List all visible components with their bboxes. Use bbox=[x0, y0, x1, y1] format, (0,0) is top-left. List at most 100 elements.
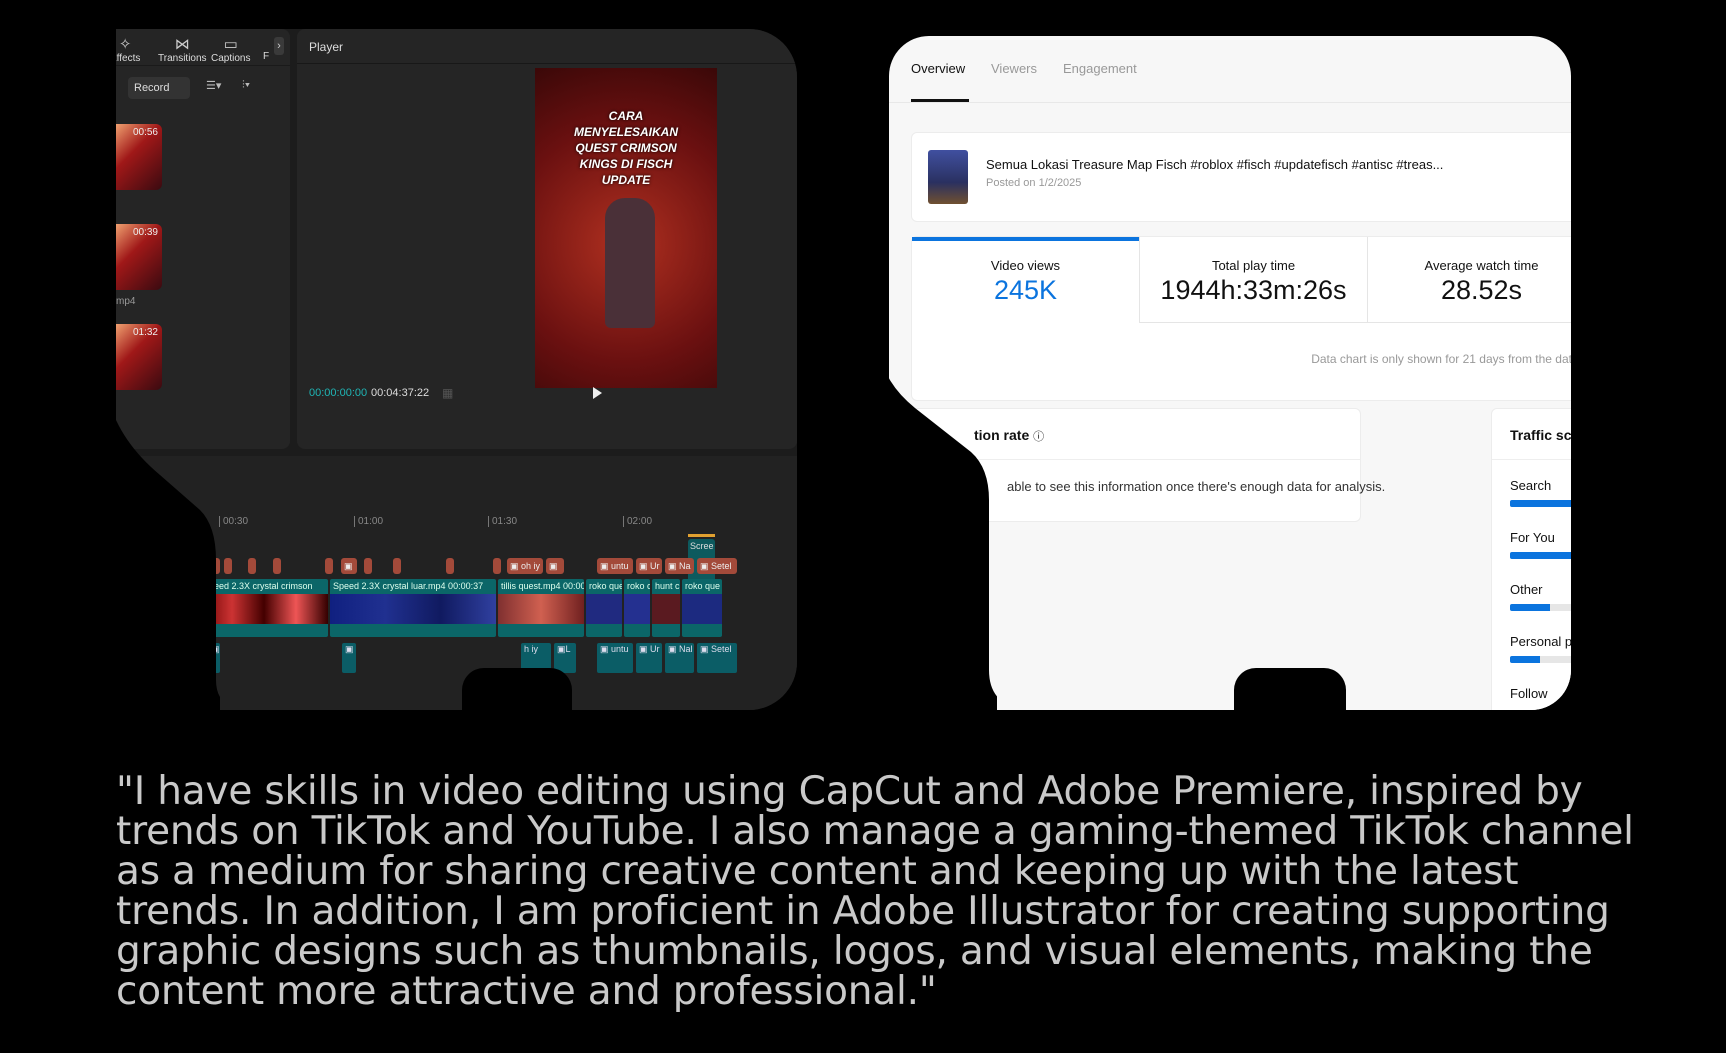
caption-clip[interactable] bbox=[325, 558, 333, 574]
play-button[interactable] bbox=[593, 387, 602, 399]
ruler-tick: 02:00 bbox=[623, 516, 652, 527]
divider bbox=[116, 65, 290, 66]
record-button[interactable]: Record bbox=[128, 77, 190, 99]
tab-engagement[interactable]: Engagement bbox=[1063, 61, 1137, 76]
traffic-bar bbox=[1510, 656, 1571, 663]
traffic-label: Follow bbox=[1510, 686, 1548, 701]
caption-clip[interactable] bbox=[224, 558, 232, 574]
video-clip[interactable]: roko que bbox=[682, 579, 722, 637]
info-icon[interactable]: ⓘ bbox=[1033, 431, 1044, 443]
traffic-bar bbox=[1510, 604, 1571, 611]
clip-label: roko que bbox=[685, 581, 721, 591]
caption-text: oh iy bbox=[521, 561, 541, 571]
traffic-title: Traffic sc bbox=[1510, 427, 1571, 443]
sort-icon[interactable]: ☰▾ bbox=[206, 79, 221, 92]
total-time: 00:04:37:22 bbox=[371, 387, 430, 399]
player-panel: Player CARA MENYELESAIKAN QUEST CRIMSON … bbox=[297, 29, 797, 449]
caption-clip[interactable]: ▣ untu bbox=[597, 558, 633, 574]
ruler-tick: 00:30 bbox=[219, 516, 248, 527]
traffic-label: For You bbox=[1510, 530, 1555, 545]
caption-clip[interactable] bbox=[393, 558, 401, 574]
traffic-bar-fill bbox=[1510, 604, 1550, 611]
caption-clip[interactable] bbox=[364, 558, 372, 574]
quote-text: "I have skills in video editing using Ca… bbox=[116, 769, 1634, 1014]
clip-label: roko que bbox=[589, 581, 622, 591]
chevron-right-icon[interactable]: › bbox=[274, 37, 284, 55]
video-title: Semua Lokasi Treasure Map Fisch #roblox … bbox=[986, 157, 1444, 172]
clip-label: tillis quest.mp4 00:00 bbox=[501, 581, 584, 591]
traffic-bar-fill bbox=[1510, 500, 1571, 507]
video-preview[interactable]: CARA MENYELESAIKAN QUEST CRIMSON KINGS D… bbox=[535, 68, 717, 388]
clip-label: hunt c bbox=[655, 581, 680, 591]
media-panel: ✧Effects ⋈Transitions ▭Captions F › Reco… bbox=[116, 29, 290, 449]
effects-icon: ✧ bbox=[118, 36, 132, 53]
caption-clip[interactable]: ▣ bbox=[341, 558, 357, 574]
decorative-cutout bbox=[885, 370, 997, 715]
caption-clip[interactable]: ▣ Setel bbox=[697, 558, 737, 574]
caption-clip[interactable] bbox=[248, 558, 256, 574]
duration: 00:39 bbox=[132, 227, 158, 238]
stat-label: Total play time bbox=[1211, 258, 1296, 273]
stat-video-views[interactable]: Video views 245K bbox=[912, 237, 1140, 323]
divider bbox=[297, 63, 797, 64]
tab-overview[interactable]: Overview bbox=[911, 61, 965, 76]
audio-label: untu bbox=[611, 644, 629, 654]
clip-frames bbox=[586, 594, 622, 624]
media-thumbnail[interactable]: 00:56 bbox=[116, 124, 162, 190]
toolbar-captions[interactable]: ▭ Captions bbox=[211, 35, 250, 64]
caption-clip[interactable] bbox=[493, 558, 501, 574]
stat-total-play-time[interactable]: Total play time 1944h:33m:26s bbox=[1140, 237, 1368, 323]
toolbar-more[interactable]: F bbox=[263, 51, 269, 62]
audio-clip[interactable]: ▣ Ur bbox=[636, 643, 662, 673]
toolbar-label: Captions bbox=[211, 53, 251, 64]
stat-label: Video views bbox=[990, 258, 1061, 273]
caption-clip[interactable] bbox=[273, 558, 281, 574]
grid-icon[interactable]: ▦ bbox=[442, 386, 453, 400]
traffic-label: Search bbox=[1510, 478, 1552, 493]
media-thumbnail[interactable]: 01:32 bbox=[116, 324, 162, 390]
divider bbox=[1492, 459, 1571, 460]
marker bbox=[688, 534, 715, 537]
video-clip[interactable]: Speed 2.3X crystal luar.mp4 00:00:37 bbox=[330, 579, 496, 637]
clip-label: Speed 2.3X crystal luar.mp4 00:00:37 bbox=[333, 581, 484, 591]
caption-clip[interactable]: ▣ bbox=[546, 558, 564, 574]
caption-clip[interactable]: ▣ oh iy bbox=[507, 558, 543, 574]
clip-frames bbox=[624, 594, 650, 624]
retention-message: able to see this information once there'… bbox=[1007, 479, 1386, 494]
caption-text: untu bbox=[611, 561, 629, 571]
player-title: Player bbox=[309, 40, 344, 54]
audio-label: L bbox=[565, 644, 571, 654]
caption-clip[interactable]: ▣ Na bbox=[665, 558, 694, 574]
caption-clip[interactable]: ▣ Ur bbox=[636, 558, 662, 574]
stat-average-watch-time[interactable]: Average watch time 28.52s bbox=[1368, 237, 1571, 323]
audio-clip[interactable]: ▣ untu bbox=[597, 643, 633, 673]
traffic-source-card: Traffic sc Search For You Other Personal… bbox=[1491, 408, 1571, 710]
toolbar-effects[interactable]: ✧Effects bbox=[116, 35, 140, 64]
audio-label: Nal bbox=[679, 644, 693, 654]
filter-icon[interactable]: ⫶▾ bbox=[242, 79, 250, 92]
video-card[interactable]: Semua Lokasi Treasure Map Fisch #roblox … bbox=[911, 132, 1571, 222]
traffic-bar bbox=[1510, 500, 1571, 507]
audio-clip[interactable]: ▣ Setel bbox=[697, 643, 737, 673]
clip-label: roko c bbox=[627, 581, 650, 591]
transitions-icon: ⋈ bbox=[174, 36, 190, 53]
video-clip[interactable]: roko c bbox=[624, 579, 650, 637]
toolbar-transitions[interactable]: ⋈ Transitions bbox=[158, 35, 207, 64]
audio-clip[interactable]: ▣ bbox=[342, 643, 356, 673]
video-clip[interactable]: hunt c bbox=[652, 579, 680, 637]
audio-clip[interactable]: ▣ Nal bbox=[665, 643, 694, 673]
toolbar-label: Effects bbox=[116, 53, 141, 64]
traffic-label: Other bbox=[1510, 582, 1543, 597]
stat-label: Average watch time bbox=[1424, 258, 1539, 273]
traffic-bar bbox=[1510, 552, 1571, 559]
duration: 01:32 bbox=[132, 327, 158, 338]
tab-viewers[interactable]: Viewers bbox=[991, 61, 1037, 76]
audio-label: Ur bbox=[650, 644, 660, 654]
video-clip[interactable]: roko que bbox=[586, 579, 622, 637]
caption-clip[interactable] bbox=[446, 558, 454, 574]
media-thumbnail[interactable]: 00:39 bbox=[116, 224, 162, 290]
caption-text: Ur bbox=[650, 561, 660, 571]
video-clip[interactable]: tillis quest.mp4 00:00 bbox=[498, 579, 584, 637]
audio-label: Setel bbox=[711, 644, 732, 654]
ruler-tick: 01:00 bbox=[354, 516, 383, 527]
